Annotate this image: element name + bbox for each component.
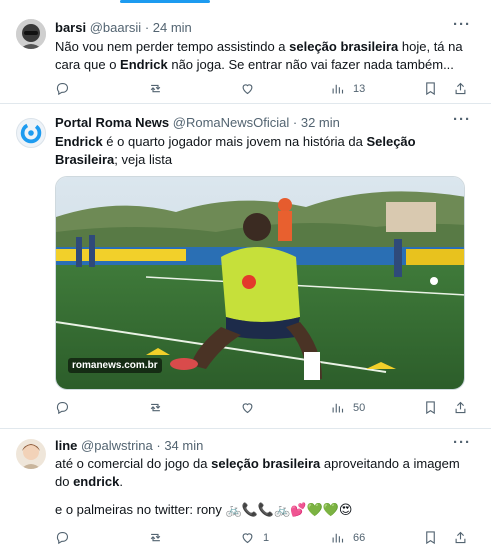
avatar[interactable]: [16, 118, 46, 148]
share-icon: [455, 82, 466, 95]
user-handle[interactable]: @palwstrina: [81, 438, 153, 453]
reply-button[interactable]: [55, 530, 70, 545]
views-button[interactable]: 66: [330, 530, 365, 545]
likes-count: 1: [263, 531, 270, 544]
tweet-text: Endrick é o quarto jogador mais jovem na…: [55, 134, 416, 167]
image-watermark: romanews.com.br: [68, 358, 162, 373]
retweet-icon: [150, 533, 161, 542]
reply-button[interactable]: [55, 400, 70, 415]
reply-button[interactable]: [55, 81, 70, 96]
bookmark-icon: [426, 401, 435, 415]
bookmark-button[interactable]: [423, 81, 438, 96]
tweet-actions: 1 66: [55, 530, 473, 548]
retweet-button[interactable]: [148, 81, 163, 96]
bookmark-button[interactable]: [423, 530, 438, 545]
display-name[interactable]: line: [55, 438, 77, 453]
tweet[interactable]: barsi @baarsii · 24 min ··· Não vou nem …: [0, 3, 491, 104]
user-handle[interactable]: @RomaNewsOficial: [173, 115, 290, 130]
more-icon[interactable]: ···: [453, 111, 471, 128]
reply-icon: [56, 531, 69, 545]
like-icon: [242, 533, 253, 544]
tweet-text-line-2: e o palmeiras no twitter: rony 🚲📞📞🚲💕💚💚😍: [55, 502, 353, 517]
like-button[interactable]: [240, 400, 255, 415]
timestamp[interactable]: · 34 min: [156, 438, 203, 453]
share-icon: [455, 401, 466, 414]
display-name[interactable]: Portal Roma News: [55, 115, 169, 130]
views-count: 13: [353, 82, 366, 95]
share-button[interactable]: [453, 400, 468, 415]
more-icon[interactable]: ···: [453, 434, 471, 451]
timestamp[interactable]: · 24 min: [145, 20, 192, 35]
tweet-text: até o comercial do jogo da seleção brasi…: [55, 456, 460, 489]
share-button[interactable]: [453, 81, 468, 96]
bookmark-button[interactable]: [423, 400, 438, 415]
tweet-header: line @palwstrina · 34 min: [55, 437, 451, 454]
avatar[interactable]: [16, 19, 46, 49]
user-handle[interactable]: @baarsii: [90, 20, 142, 35]
bookmark-icon: [426, 531, 435, 545]
more-icon[interactable]: ···: [453, 16, 471, 33]
views-count: 50: [353, 401, 366, 414]
share-button[interactable]: [453, 530, 468, 545]
like-icon: [242, 403, 253, 414]
tweet-header: barsi @baarsii · 24 min: [55, 19, 451, 36]
tweet-text: Não vou nem perder tempo assistindo a se…: [55, 39, 463, 72]
like-button[interactable]: 1: [240, 530, 269, 545]
tweet-image[interactable]: romanews.com.br: [55, 176, 465, 390]
like-icon: [242, 84, 253, 95]
retweet-icon: [150, 84, 161, 93]
timestamp[interactable]: · 32 min: [293, 115, 340, 130]
tweet-actions: 50: [55, 400, 473, 418]
tweet[interactable]: Portal Roma News @RomaNewsOficial · 32 m…: [0, 104, 491, 429]
retweet-button[interactable]: [148, 400, 163, 415]
tweet[interactable]: line @palwstrina · 34 min ··· até o come…: [0, 429, 491, 556]
reply-icon: [56, 82, 69, 96]
views-icon: [332, 403, 344, 413]
retweet-icon: [150, 403, 161, 412]
avatar[interactable]: [16, 439, 46, 469]
reply-icon: [56, 401, 69, 415]
display-name[interactable]: barsi: [55, 20, 86, 35]
views-button[interactable]: 50: [330, 400, 365, 415]
tweet-actions: 13: [55, 81, 473, 99]
bookmark-icon: [426, 82, 435, 96]
share-icon: [455, 531, 466, 544]
like-button[interactable]: [240, 81, 255, 96]
views-icon: [332, 533, 344, 543]
tweet-header: Portal Roma News @RomaNewsOficial · 32 m…: [55, 114, 451, 131]
views-icon: [332, 84, 344, 94]
views-button[interactable]: 13: [330, 81, 365, 96]
views-count: 66: [353, 531, 366, 544]
retweet-button[interactable]: [148, 530, 163, 545]
